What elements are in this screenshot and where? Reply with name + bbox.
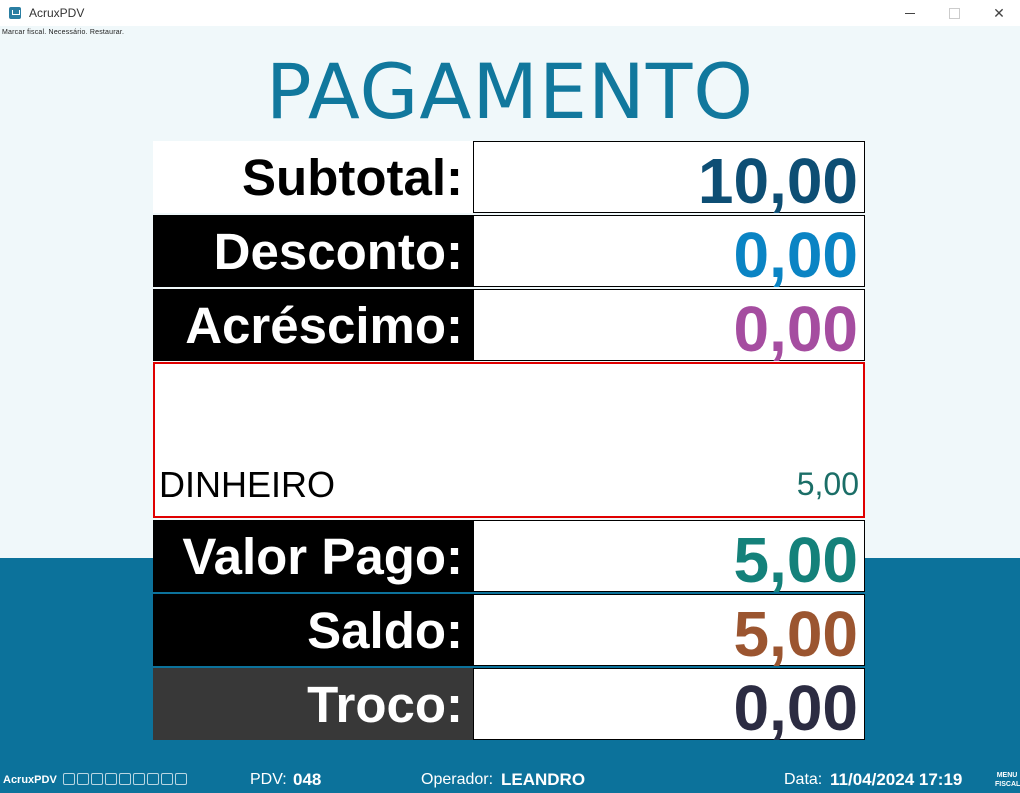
scale-icon bbox=[105, 773, 117, 785]
troco-row: Troco: 0,00 bbox=[153, 668, 865, 744]
valor-pago-value: 5,00 bbox=[473, 520, 865, 596]
menu-fiscal-line2: FISCAL bbox=[995, 781, 1020, 788]
user-icon bbox=[147, 773, 159, 785]
menu-fiscal-line1: MENU bbox=[996, 772, 1018, 779]
operador-value: LEANDRO bbox=[501, 770, 586, 789]
keyboard-icon bbox=[119, 773, 131, 785]
window-title: AcruxPDV bbox=[29, 6, 85, 20]
menu-fiscal-button[interactable]: MENU FISCAL bbox=[995, 771, 1020, 789]
troco-label: Troco: bbox=[153, 668, 473, 740]
status-icons bbox=[63, 773, 187, 785]
acrescimo-row: Acréscimo: 0,00 bbox=[153, 289, 865, 365]
desconto-label: Desconto: bbox=[153, 215, 473, 287]
status-app-name: AcruxPDV bbox=[3, 774, 57, 786]
data-label: Data: bbox=[784, 771, 823, 788]
pdv-value: 048 bbox=[293, 770, 322, 789]
status-bar: AcruxPDV PDV: 048 Operador: LEANDRO Data… bbox=[0, 770, 1020, 793]
subtotal-label: Subtotal: bbox=[153, 141, 473, 213]
operador-label: Operador: bbox=[421, 771, 494, 788]
pdv-label: PDV: bbox=[250, 771, 287, 788]
grid-icon bbox=[175, 773, 187, 785]
acrescimo-value: 0,00 bbox=[473, 289, 865, 365]
list-item[interactable]: DINHEIRO 5,00 bbox=[159, 464, 859, 505]
minimize-button[interactable] bbox=[887, 0, 933, 26]
desconto-value: 0,00 bbox=[473, 215, 865, 291]
close-button[interactable]: ✕ bbox=[976, 0, 1020, 26]
payment-amount: 5,00 bbox=[796, 466, 859, 502]
store-icon bbox=[161, 773, 173, 785]
valor-pago-label: Valor Pago: bbox=[153, 520, 473, 592]
monitor-icon bbox=[77, 773, 89, 785]
saldo-label: Saldo: bbox=[153, 594, 473, 666]
window-titlebar: AcruxPDV ✕ bbox=[0, 0, 1020, 26]
saldo-row: Saldo: 5,00 bbox=[153, 594, 865, 670]
saldo-value: 5,00 bbox=[473, 594, 865, 670]
network-icon bbox=[63, 773, 75, 785]
valor-pago-row: Valor Pago: 5,00 bbox=[153, 520, 865, 596]
troco-value: 0,00 bbox=[473, 668, 865, 744]
maximize-button[interactable] bbox=[931, 0, 977, 26]
fiscal-notice: Marcar fiscal. Necessário. Restaurar. bbox=[2, 29, 125, 36]
payments-list[interactable]: DINHEIRO 5,00 bbox=[153, 362, 865, 518]
payment-method: DINHEIRO bbox=[159, 464, 336, 505]
desconto-row: Desconto: 0,00 bbox=[153, 215, 865, 291]
subtotal-value: 10,00 bbox=[473, 141, 865, 217]
maximize-icon bbox=[948, 7, 960, 19]
subtotal-row: Subtotal: 10,00 bbox=[153, 141, 865, 217]
page-title: PAGAMENTO bbox=[265, 47, 755, 136]
minimize-icon bbox=[905, 12, 915, 14]
acrescimo-label: Acréscimo: bbox=[153, 289, 473, 361]
close-icon: ✕ bbox=[993, 4, 1005, 21]
data-value: 11/04/2024 17:19 bbox=[830, 770, 963, 789]
shield-icon bbox=[133, 773, 145, 785]
printer-icon bbox=[91, 773, 103, 785]
app-icon bbox=[9, 7, 21, 19]
